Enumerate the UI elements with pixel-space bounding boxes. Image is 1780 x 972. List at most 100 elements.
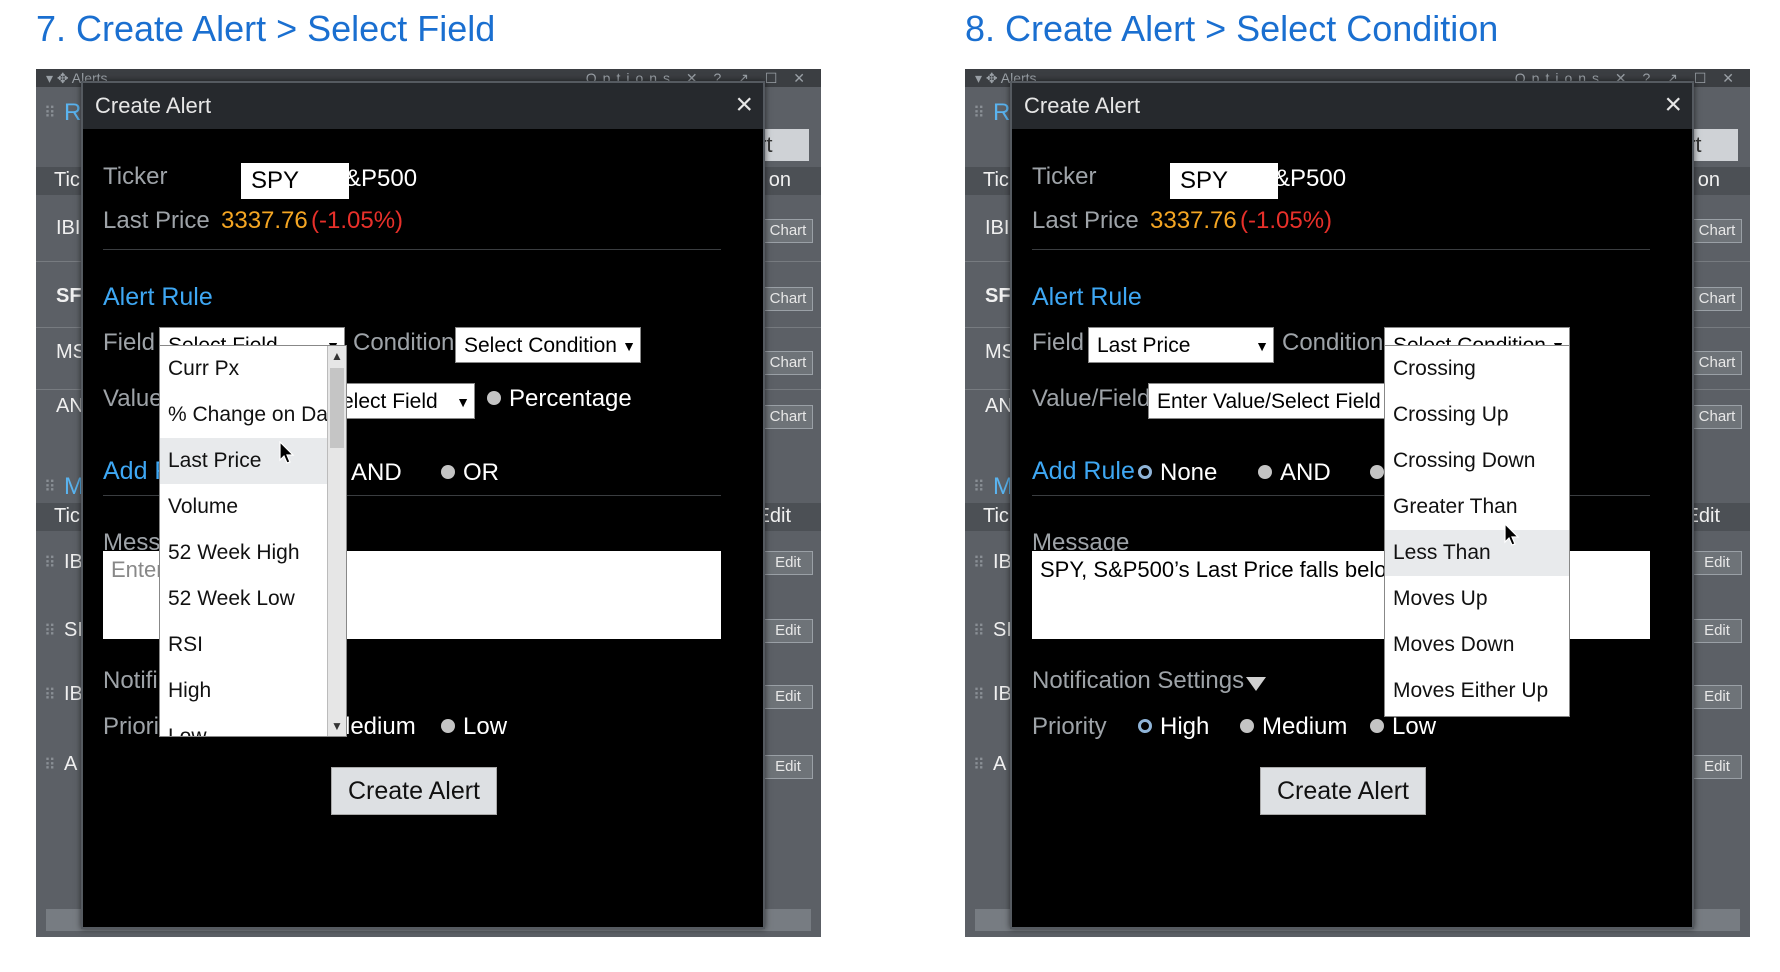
field-dropdown-list[interactable]: Curr Px% Change on Day Last Price Volume 52… — [159, 345, 347, 737]
last-price-label: Last Price — [1032, 207, 1139, 234]
last-price-value: 3337.76 — [221, 207, 308, 234]
percentage-radio[interactable]: Percentage — [487, 385, 632, 413]
chart-button[interactable]: Chart — [763, 351, 813, 375]
drag-handle-icon[interactable]: ⠿ — [973, 103, 985, 123]
chart-button[interactable]: Chart — [763, 287, 813, 311]
dropdown-option[interactable]: Low — [160, 714, 346, 736]
and-radio[interactable]: AND — [351, 459, 402, 487]
edit-button[interactable]: Edit — [1692, 685, 1742, 709]
scroll-up-icon[interactable]: ▲ — [328, 346, 346, 366]
alert-rule-heading: Alert Rule — [1032, 283, 1142, 311]
none-radio[interactable]: None — [1138, 459, 1217, 487]
drag-handle-icon[interactable]: ⠿ — [973, 755, 985, 775]
radio-dot-icon — [441, 464, 455, 479]
low-label: Low — [1392, 713, 1437, 740]
field-select[interactable]: Last Price ▼ — [1088, 327, 1274, 363]
dropdown-option[interactable]: RSI — [160, 622, 346, 668]
chart-button[interactable]: Chart — [1692, 405, 1742, 429]
dropdown-option[interactable]: Volume — [160, 484, 346, 530]
dropdown-options: Crossing Crossing Up Crossing Down Greater … — [1385, 346, 1569, 716]
value-field-select[interactable]: elect Field ▼ — [333, 383, 475, 419]
drag-handle-icon[interactable]: ⠿ — [44, 755, 56, 775]
edit-button[interactable]: Edit — [763, 619, 813, 643]
dropdown-options: Curr Px% Change on Day Last Price Volume 52… — [160, 346, 346, 736]
low-radio[interactable]: Low — [1370, 713, 1436, 741]
add-rule-heading: Add Rule — [1032, 457, 1135, 485]
close-icon[interactable]: × — [735, 83, 753, 129]
chart-button[interactable]: Chart — [1692, 219, 1742, 243]
dropdown-option[interactable]: Moves Either Up — [1385, 668, 1569, 714]
drag-handle-icon[interactable]: ⠿ — [44, 685, 56, 705]
dropdown-option[interactable]: Moves Up — [1385, 576, 1569, 622]
medium-radio[interactable]: ledium — [345, 713, 416, 741]
dropdown-option[interactable]: Last Price — [160, 438, 346, 484]
column-header: on — [768, 169, 791, 191]
edit-button[interactable]: Edit — [763, 685, 813, 709]
high-radio[interactable]: High — [1138, 713, 1209, 741]
drag-handle-icon[interactable]: ⠿ — [973, 477, 985, 497]
and-radio[interactable]: AND — [1258, 459, 1331, 487]
table-row: A — [993, 753, 1007, 775]
field-select-value: Last Price — [1097, 334, 1191, 357]
drag-handle-icon[interactable]: ⠿ — [44, 103, 56, 123]
value-field-label: Value/Field — [1032, 385, 1151, 412]
dropdown-option[interactable]: % Change on Day — [160, 392, 346, 438]
step-title-right: 8. Create Alert > Select Condition — [965, 8, 1499, 49]
message-text: SPY, S&P500’s Last Price falls below — [1040, 557, 1403, 582]
radio-dot-icon — [1258, 464, 1272, 479]
edit-button[interactable]: Edit — [1692, 619, 1742, 643]
chart-button[interactable]: Chart — [763, 405, 813, 429]
dropdown-option[interactable]: or Down — [1385, 714, 1569, 716]
table-row: SF — [985, 285, 1011, 307]
ticker-name: S&P500 — [1258, 165, 1347, 192]
dropdown-option[interactable]: Moves Down — [1385, 622, 1569, 668]
create-alert-dialog: Create Alert × Ticker SPY S&P500 Last Pr… — [81, 81, 765, 929]
drag-handle-icon[interactable]: ⠿ — [44, 477, 56, 497]
edit-button[interactable]: Edit — [763, 551, 813, 575]
create-alert-button[interactable]: Create Alert — [1260, 767, 1426, 815]
condition-select-value: Select Condition — [464, 334, 617, 357]
chart-button[interactable]: Chart — [763, 219, 813, 243]
close-icon[interactable]: × — [1664, 83, 1682, 129]
condition-label: Condition — [353, 329, 455, 356]
condition-select[interactable]: Select Condition ▼ — [455, 327, 641, 363]
dropdown-option[interactable]: Crossing Up — [1385, 392, 1569, 438]
dropdown-option[interactable]: Curr Px — [160, 346, 346, 392]
price-change: (-1.05%) — [311, 207, 404, 234]
or-radio[interactable]: OR — [441, 459, 499, 487]
condition-dropdown-list[interactable]: Crossing Crossing Up Crossing Down Greater … — [1384, 345, 1570, 717]
drag-handle-icon[interactable]: ⠿ — [973, 685, 985, 705]
expand-triangle-icon[interactable] — [1246, 677, 1266, 691]
dropdown-option[interactable]: 52 Week Low — [160, 576, 346, 622]
dropdown-option[interactable]: 52 Week High — [160, 530, 346, 576]
chart-button[interactable]: Chart — [1692, 287, 1742, 311]
drag-handle-icon[interactable]: ⠿ — [973, 621, 985, 641]
chart-button[interactable]: Chart — [1692, 351, 1742, 375]
drag-handle-icon[interactable]: ⠿ — [973, 553, 985, 573]
dropdown-option[interactable]: Crossing — [1385, 346, 1569, 392]
edit-button[interactable]: Edit — [1692, 551, 1742, 575]
value-field-input-text: Enter Value/Select Field — [1157, 390, 1381, 413]
scrollbar[interactable]: ▲ ▼ — [327, 346, 346, 736]
scroll-thumb[interactable] — [330, 368, 344, 448]
scroll-down-icon[interactable]: ▼ — [328, 716, 346, 736]
ticker-label: Ticker — [1032, 163, 1097, 190]
dropdown-option[interactable]: Greater Than — [1385, 484, 1569, 530]
dropdown-option[interactable]: Crossing Down — [1385, 438, 1569, 484]
drag-handle-icon[interactable]: ⠿ — [44, 553, 56, 573]
notification-settings-label[interactable]: Notification Settings — [1032, 667, 1244, 695]
low-radio[interactable]: Low — [441, 713, 507, 741]
value-field-input[interactable]: Enter Value/Select Field — [1148, 383, 1398, 419]
priority-label: Priority — [1032, 713, 1107, 740]
create-alert-button[interactable]: Create Alert — [331, 767, 497, 815]
edit-button[interactable]: Edit — [1692, 755, 1742, 779]
message-placeholder: Enter — [111, 557, 164, 582]
medium-radio[interactable]: Medium — [1240, 713, 1347, 741]
edit-button[interactable]: Edit — [763, 755, 813, 779]
dropdown-option[interactable]: High — [160, 668, 346, 714]
dropdown-option[interactable]: Less Than — [1385, 530, 1569, 576]
drag-handle-icon[interactable]: ⠿ — [44, 621, 56, 641]
radio-dot-icon — [441, 718, 455, 733]
medium-label: ledium — [345, 713, 416, 740]
high-label: High — [1160, 713, 1210, 740]
